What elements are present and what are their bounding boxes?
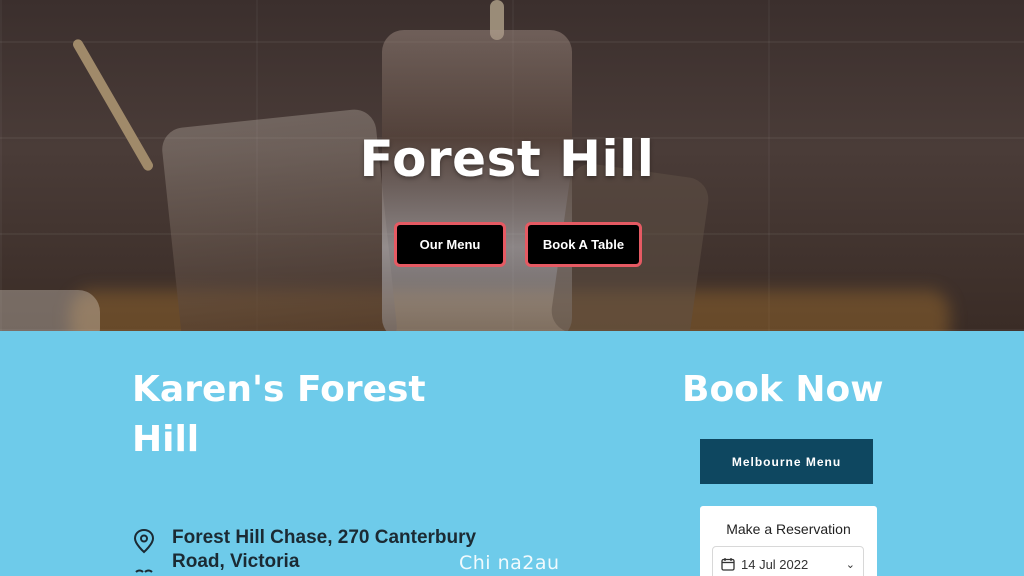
hero-image-highlight [0,290,100,331]
phone-icon [135,569,153,573]
location-heading: Karen's Forest Hill [132,369,426,460]
reservation-date-select[interactable]: 14 Jul 2022 ⌄ [712,546,864,576]
book-a-table-button[interactable]: Book A Table [525,222,642,267]
calendar-icon [721,558,735,571]
reservation-title: Make a Reservation [726,521,851,537]
reservation-widget: Make a Reservation 14 Jul 2022 ⌄ [700,506,877,576]
hero-banner: Forest Hill Our Menu Book A Table [0,0,1024,331]
melbourne-menu-button[interactable]: Melbourne Menu [700,439,873,484]
reservation-date-value: 14 Jul 2022 [741,556,809,572]
our-menu-button[interactable]: Our Menu [394,222,506,267]
map-pin-icon [133,528,155,554]
chevron-down-icon: ⌄ [845,558,855,571]
watermark-text: Chi na2au [459,552,560,574]
hero-title: Forest Hill [359,130,655,188]
book-now-heading: Book Now [682,369,884,410]
